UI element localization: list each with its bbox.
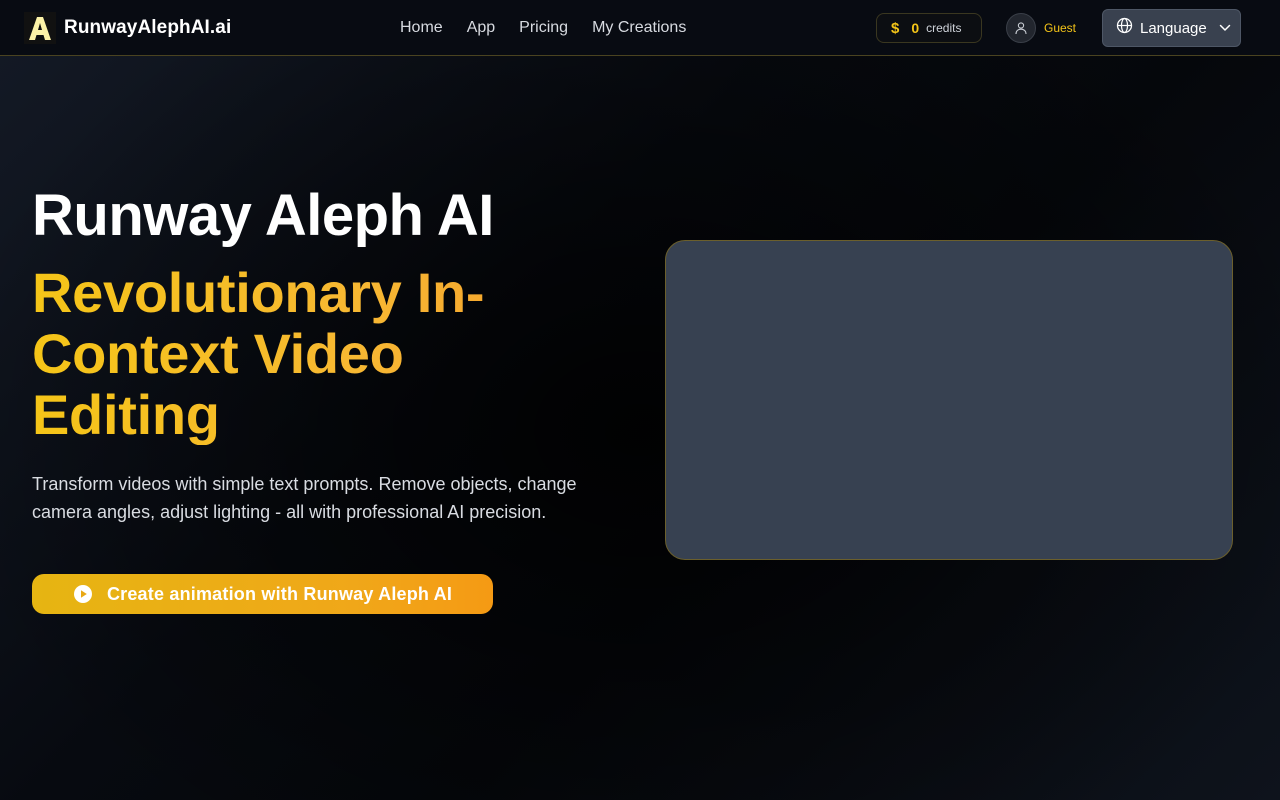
nav-link-app[interactable]: App [467, 17, 495, 39]
user-menu[interactable]: Guest [1006, 13, 1076, 43]
user-icon [1006, 13, 1036, 43]
globe-icon [1116, 17, 1133, 39]
logo-a-icon [24, 12, 56, 44]
credits-label: credits [926, 21, 962, 35]
credits-badge[interactable]: $ 0 credits [876, 13, 982, 43]
play-circle-icon [73, 584, 93, 604]
main-nav: Home App Pricing My Creations [400, 17, 686, 39]
nav-link-pricing[interactable]: Pricing [519, 17, 568, 39]
nav-link-home[interactable]: Home [400, 17, 443, 39]
language-label: Language [1140, 19, 1207, 37]
hero-subtitle: Revolutionary In-Context Video Editing [32, 262, 592, 445]
language-button[interactable]: Language [1102, 9, 1241, 47]
user-label: Guest [1044, 21, 1077, 35]
brand-logo[interactable]: RunwayAlephAI.ai [24, 12, 231, 44]
credits-count: 0 [911, 20, 920, 36]
dollar-icon: $ [891, 19, 900, 37]
hero-description: Transform videos with simple text prompt… [32, 474, 577, 522]
top-navbar: RunwayAlephAI.ai Home App Pricing My Cre… [0, 0, 1280, 56]
video-preview[interactable] [665, 240, 1233, 560]
page: RunwayAlephAI.ai Home App Pricing My Cre… [0, 0, 1280, 800]
create-animation-button[interactable]: Create animation with Runway Aleph AI [32, 574, 493, 614]
brand-name: RunwayAlephAI.ai [64, 17, 232, 38]
nav-link-my-creations[interactable]: My Creations [592, 17, 686, 39]
chevron-down-icon [1219, 19, 1231, 37]
hero-title: Runway Aleph AI [32, 183, 494, 248]
create-animation-label: Create animation with Runway Aleph AI [106, 583, 453, 604]
